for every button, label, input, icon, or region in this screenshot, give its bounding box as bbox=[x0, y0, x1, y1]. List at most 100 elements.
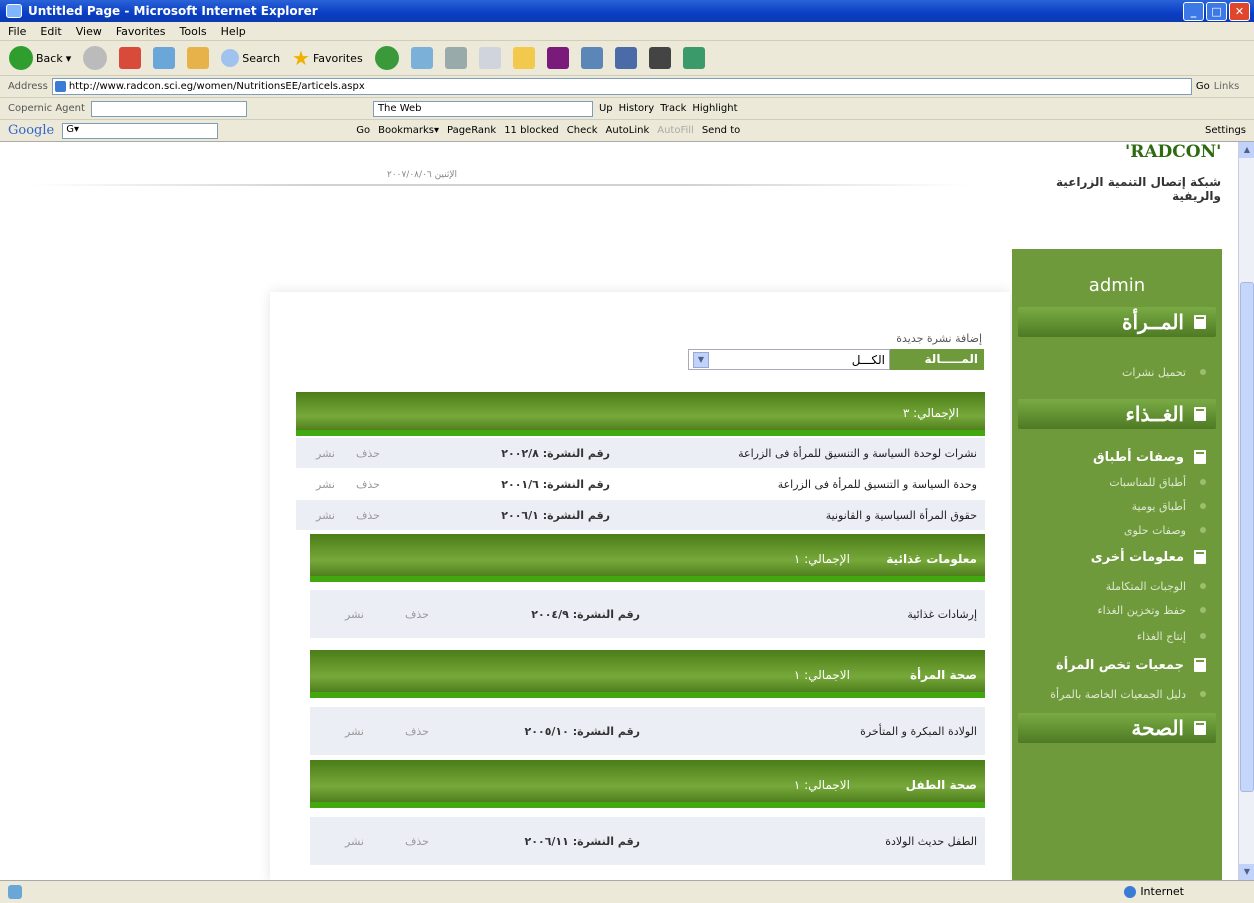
menu-view[interactable]: View bbox=[76, 25, 102, 38]
article-title[interactable]: الولادة المبكرة و المتأخرة bbox=[860, 725, 977, 738]
sidebar-item[interactable]: أطباق للمناسبات bbox=[1018, 471, 1216, 493]
sidebar-item[interactable]: أطباق يومية bbox=[1018, 495, 1216, 517]
google-search-input[interactable]: G▾ bbox=[62, 122, 219, 139]
publish-link[interactable]: نشر bbox=[316, 509, 335, 522]
bullet-icon bbox=[1200, 479, 1206, 485]
copernic-scope-select[interactable]: The Web bbox=[372, 100, 593, 117]
google-go-button[interactable]: Go bbox=[356, 125, 370, 136]
copernic-search-input[interactable] bbox=[90, 100, 247, 117]
sendto-button[interactable]: Send to bbox=[702, 125, 740, 136]
copernic-label: Copernic Agent bbox=[8, 103, 85, 114]
article-title[interactable]: وحدة السياسة و التنسيق للمرأة فى الزراعة bbox=[778, 478, 977, 491]
history-link[interactable]: History bbox=[619, 103, 655, 114]
maximize-button[interactable]: □ bbox=[1206, 2, 1227, 21]
vertical-scrollbar[interactable]: ▲ ▼ bbox=[1238, 142, 1254, 880]
sidebar: admin المــرأة تحميل نشرات الغــذاء وصفات أ… bbox=[1012, 249, 1222, 880]
sidebar-item[interactable]: الوجبات المتكاملة bbox=[1018, 575, 1216, 597]
address-input[interactable]: http://www.radcon.sci.eg/women/Nutrition… bbox=[51, 78, 1192, 95]
folder-button[interactable] bbox=[510, 45, 538, 71]
network-button[interactable] bbox=[680, 45, 708, 71]
scroll-down-button[interactable]: ▼ bbox=[1239, 864, 1254, 880]
menu-bar: File Edit View Favorites Tools Help bbox=[0, 22, 1254, 41]
delete-link[interactable]: حذف bbox=[405, 835, 429, 848]
sidebar-item[interactable]: دليل الجمعيات الخاصة بالمرأة bbox=[1018, 683, 1216, 705]
menu-help[interactable]: Help bbox=[221, 25, 246, 38]
sidebar-item[interactable]: تحميل نشرات bbox=[1018, 361, 1216, 383]
autofill-button[interactable]: AutoFill bbox=[657, 125, 694, 136]
menu-edit[interactable]: Edit bbox=[40, 25, 61, 38]
sidebar-item[interactable]: المــرأة bbox=[1018, 307, 1216, 337]
messenger-button[interactable] bbox=[544, 45, 572, 71]
scroll-thumb[interactable] bbox=[1240, 282, 1254, 792]
close-button[interactable]: ✕ bbox=[1229, 2, 1250, 21]
refresh-button[interactable] bbox=[150, 45, 178, 71]
search-button[interactable]: Search bbox=[218, 47, 283, 69]
history-icon bbox=[410, 47, 433, 69]
delete-link[interactable]: حذف bbox=[356, 478, 380, 491]
links-button[interactable]: Links bbox=[1214, 81, 1240, 92]
autolink-button[interactable]: AutoLink bbox=[606, 125, 650, 136]
table-row: نشرات لوحدة السياسة و التنسيق للمرأة فى … bbox=[296, 438, 985, 468]
spellcheck-button[interactable]: Check bbox=[567, 125, 598, 136]
sidebar-item-label: وصفات حلوى bbox=[1123, 523, 1186, 537]
article-title[interactable]: الطفل حديث الولادة bbox=[885, 835, 977, 848]
settings-button[interactable]: Settings bbox=[1205, 125, 1246, 136]
sidebar-item[interactable]: وصفات أطباق bbox=[1018, 443, 1216, 471]
delete-link[interactable]: حذف bbox=[356, 447, 380, 460]
delete-link[interactable]: حذف bbox=[405, 608, 429, 621]
article-title[interactable]: نشرات لوحدة السياسة و التنسيق للمرأة فى … bbox=[738, 447, 977, 460]
sidebar-item[interactable]: وصفات حلوى bbox=[1018, 519, 1216, 541]
article-title[interactable]: حقوق المرأة السياسية و القانونية bbox=[826, 509, 977, 522]
track-button[interactable]: Track bbox=[660, 103, 686, 114]
sidebar-item[interactable]: الصحة bbox=[1018, 713, 1216, 743]
site-subtitle: شبكة إتصال التنمية الزراعية والريفية bbox=[1056, 175, 1221, 203]
minimize-button[interactable]: _ bbox=[1183, 2, 1204, 21]
home-button[interactable] bbox=[184, 45, 212, 71]
table-row: وحدة السياسة و التنسيق للمرأة فى الزراعة… bbox=[296, 469, 985, 499]
bar-stripe bbox=[310, 576, 985, 582]
menu-file[interactable]: File bbox=[8, 25, 26, 38]
sidebar-item[interactable]: الغــذاء bbox=[1018, 399, 1216, 429]
go-button[interactable]: Go bbox=[1196, 81, 1210, 92]
history-button[interactable] bbox=[408, 45, 436, 71]
scroll-up-button[interactable]: ▲ bbox=[1239, 142, 1254, 158]
media-button[interactable] bbox=[372, 44, 402, 72]
sidebar-item[interactable]: جمعيات تخص المرأة bbox=[1018, 651, 1216, 679]
article-number: رقم النشرة: ٢٠٠٥/١٠ bbox=[524, 724, 640, 738]
stop-button[interactable] bbox=[116, 45, 144, 71]
forward-button[interactable] bbox=[80, 44, 110, 72]
menu-favorites[interactable]: Favorites bbox=[116, 25, 166, 38]
address-label: Address bbox=[8, 81, 48, 92]
article-title[interactable]: إرشادات غذائية bbox=[907, 608, 977, 621]
bookmarks-button[interactable]: Bookmarks▾ bbox=[378, 125, 439, 136]
sidebar-item[interactable]: معلومات أخرى bbox=[1018, 543, 1216, 571]
folder-icon bbox=[512, 47, 535, 69]
publish-link[interactable]: نشر bbox=[345, 608, 364, 621]
favorites-button[interactable]: ★ Favorites bbox=[289, 44, 366, 72]
back-arrow-icon bbox=[9, 46, 33, 70]
window-title: Untitled Page - Microsoft Internet Explo… bbox=[28, 4, 318, 18]
research-button[interactable] bbox=[578, 45, 606, 71]
publish-link[interactable]: نشر bbox=[316, 447, 335, 460]
publish-link[interactable]: نشر bbox=[316, 478, 335, 491]
sidebar-item[interactable]: إنتاج الغذاء bbox=[1018, 625, 1216, 647]
category-select[interactable]: الكـــل ▼ bbox=[688, 349, 890, 370]
highlight-button[interactable]: Highlight bbox=[692, 103, 737, 114]
popup-blocked-button[interactable]: 11 blocked bbox=[504, 125, 559, 136]
edit-button[interactable] bbox=[476, 45, 504, 71]
back-button[interactable]: Back ▾ bbox=[6, 44, 74, 72]
delete-link[interactable]: حذف bbox=[356, 509, 380, 522]
add-new-link[interactable]: إضافة نشرة جديدة bbox=[850, 332, 982, 345]
publish-link[interactable]: نشر bbox=[345, 725, 364, 738]
calc-button[interactable] bbox=[646, 45, 674, 71]
sidebar-item[interactable]: حفظ وتخزين الغذاء bbox=[1018, 599, 1216, 621]
tools-button[interactable] bbox=[612, 45, 640, 71]
page-status-icon bbox=[8, 885, 22, 899]
bullet-icon bbox=[1200, 583, 1206, 589]
delete-link[interactable]: حذف bbox=[405, 725, 429, 738]
publish-link[interactable]: نشر bbox=[345, 835, 364, 848]
print-button[interactable] bbox=[442, 45, 470, 71]
up-button[interactable]: Up bbox=[599, 103, 613, 114]
menu-tools[interactable]: Tools bbox=[180, 25, 207, 38]
standard-toolbar: Back ▾ Search ★ Favorites bbox=[0, 41, 1254, 76]
